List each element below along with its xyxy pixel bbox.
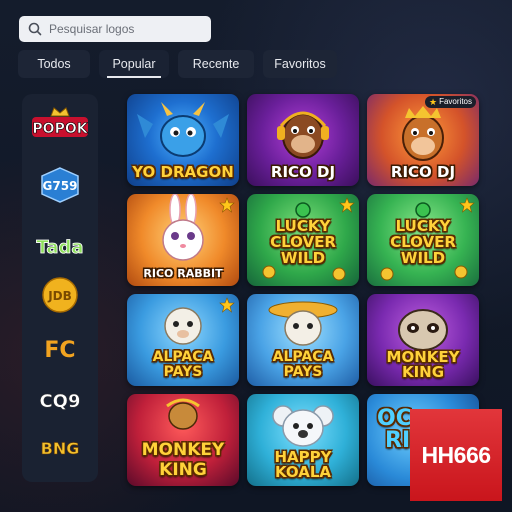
tab-recente[interactable]: Recente: [178, 50, 254, 78]
provider-fc[interactable]: FC: [30, 329, 90, 367]
game-card[interactable]: MONKEY KING: [127, 394, 239, 486]
tab-popular[interactable]: Popular: [99, 50, 169, 78]
game-card[interactable]: LUCKY CLOVER WILD: [247, 194, 359, 286]
star-icon[interactable]: [459, 197, 475, 213]
fc-logo: FC: [44, 338, 75, 363]
game-card[interactable]: ALPACA PAYS: [127, 294, 239, 386]
game-card[interactable]: RICO RABBIT: [127, 194, 239, 286]
svg-text:BNG: BNG: [41, 439, 80, 458]
tab-todos[interactable]: Todos: [18, 50, 90, 78]
svg-text:FC: FC: [44, 338, 75, 363]
bng-logo: BNG: [40, 439, 80, 459]
game-card[interactable]: ALPACA PAYS: [247, 294, 359, 386]
tada-logo: Tada: [36, 237, 84, 259]
provider-popok[interactable]: POPOK: [30, 104, 90, 142]
star-icon[interactable]: [219, 197, 235, 213]
game-card[interactable]: RICO DJ: [247, 94, 359, 186]
star-icon[interactable]: [219, 297, 235, 313]
provider-bng[interactable]: BNG: [30, 428, 90, 466]
svg-text:JDB: JDB: [47, 289, 72, 303]
svg-text:G759: G759: [43, 179, 78, 193]
provider-jdb[interactable]: JDB: [30, 276, 90, 314]
game-card[interactable]: YO DRAGON: [127, 94, 239, 186]
svg-text:Tada: Tada: [36, 237, 83, 258]
cq9-logo: CQ9: [39, 391, 81, 413]
svg-text:CQ9: CQ9: [39, 391, 80, 412]
search-input[interactable]: [47, 21, 201, 37]
game-card[interactable]: ★ Favoritos RICO DJ: [367, 94, 479, 186]
crown-icon: [50, 107, 70, 117]
game-card[interactable]: HAPPY KOALA: [247, 394, 359, 486]
provider-sidebar: POPOK G759 Tada JDB FC CQ9 BNG: [22, 94, 98, 482]
search-icon: [28, 22, 42, 36]
popok-logo: POPOK: [32, 107, 89, 137]
search-bar[interactable]: [19, 16, 211, 42]
provider-g759[interactable]: G759: [30, 166, 90, 204]
jdb-logo: JDB: [42, 277, 78, 313]
favorite-badge: ★ Favoritos: [425, 96, 476, 108]
svg-text:POPOK: POPOK: [32, 121, 88, 137]
star-icon: ★: [429, 97, 438, 107]
g759-logo: G759: [41, 167, 79, 203]
watermark-logo: HH666: [410, 409, 502, 501]
star-icon[interactable]: [339, 197, 355, 213]
game-card[interactable]: LUCKY CLOVER WILD: [367, 194, 479, 286]
provider-tada[interactable]: Tada: [30, 226, 90, 264]
tab-favoritos[interactable]: Favoritos: [263, 50, 337, 78]
game-card[interactable]: MONKEY KING: [367, 294, 479, 386]
provider-cq9[interactable]: CQ9: [30, 380, 90, 418]
